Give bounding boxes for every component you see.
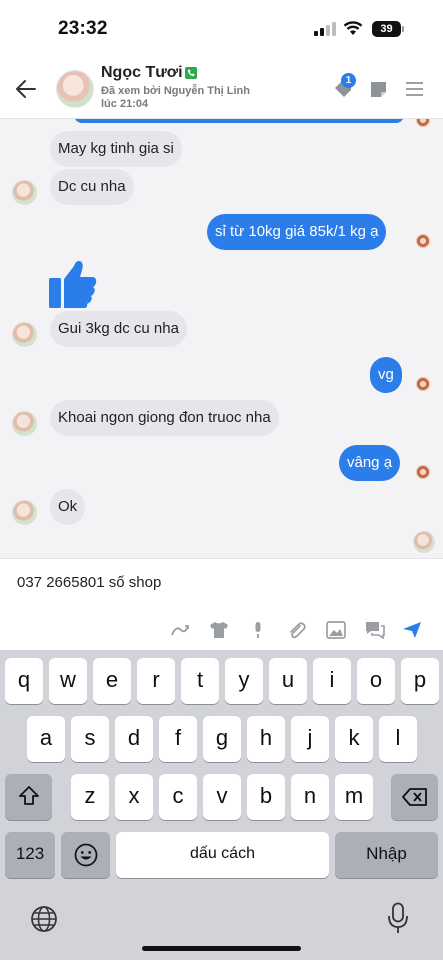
seen-time-text: lúc 21:04 [101, 98, 149, 110]
attachment-icon[interactable] [287, 621, 307, 639]
key-c[interactable]: c [159, 774, 197, 820]
key-g[interactable]: g [203, 716, 241, 762]
message-bubble[interactable]: Khoai ngon giong đon truoc nha [50, 400, 279, 436]
note-icon[interactable] [370, 81, 387, 98]
message-bubble[interactable]: Gui 3kg dc cu nha [50, 311, 187, 347]
key-w[interactable]: w [49, 658, 87, 704]
quick-reply-icon[interactable] [170, 621, 190, 639]
key-m[interactable]: m [335, 774, 373, 820]
key-k[interactable]: k [335, 716, 373, 762]
key-s[interactable]: s [71, 716, 109, 762]
key-v[interactable]: v [203, 774, 241, 820]
message-bubble[interactable]: May kg tinh gia si [50, 131, 182, 167]
return-key[interactable]: Nhập [335, 832, 438, 878]
status-time: 23:32 [58, 18, 108, 39]
space-key[interactable]: dấu cách [116, 832, 329, 878]
message-bubble[interactable]: vâng ạ [339, 445, 401, 481]
sender-avatar-small [416, 234, 430, 248]
key-e[interactable]: e [93, 658, 131, 704]
sender-avatar-small [416, 377, 430, 391]
key-j[interactable]: j [291, 716, 329, 762]
wifi-icon [343, 21, 363, 35]
menu-icon[interactable] [406, 82, 423, 96]
key-o[interactable]: o [357, 658, 395, 704]
key-r[interactable]: r [137, 658, 175, 704]
shift-key[interactable] [5, 774, 52, 820]
contact-avatar-small [12, 180, 37, 205]
message-bubble[interactable]: vg [370, 357, 402, 393]
key-d[interactable]: d [115, 716, 153, 762]
signal-icon [314, 22, 336, 36]
backspace-key[interactable] [391, 774, 438, 820]
key-n[interactable]: n [291, 774, 329, 820]
key-u[interactable]: u [269, 658, 307, 704]
emoji-key[interactable] [61, 832, 110, 878]
key-p[interactable]: p [401, 658, 439, 704]
key-i[interactable]: i [313, 658, 351, 704]
home-indicator [142, 946, 301, 951]
product-icon[interactable] [209, 621, 229, 639]
message-bubble[interactable]: sỉ từ 10kg giá 85k/1 kg ạ [207, 214, 387, 250]
send-icon[interactable] [402, 621, 422, 639]
phone-icon [185, 67, 197, 79]
keyboard: q w e r t y u i o p a s d f g h j k l z … [0, 650, 443, 960]
key-l[interactable]: l [379, 716, 417, 762]
message-bubble[interactable]: Dc cu nha [50, 169, 134, 205]
sender-avatar-small [416, 465, 430, 479]
thumbs-up-sticker-icon[interactable] [49, 258, 97, 310]
key-a[interactable]: a [27, 716, 65, 762]
previous-message-bubble [74, 119, 404, 123]
contact-name[interactable]: Ngọc Tươi [101, 64, 183, 82]
key-f[interactable]: f [159, 716, 197, 762]
message-template-icon[interactable] [365, 621, 385, 639]
key-y[interactable]: y [225, 658, 263, 704]
key-x[interactable]: x [115, 774, 153, 820]
battery-icon: 39 [372, 21, 401, 37]
key-q[interactable]: q [5, 658, 43, 704]
key-h[interactable]: h [247, 716, 285, 762]
seen-avatar [413, 531, 435, 553]
chat-header: Ngọc Tươi Đã xem bởi Nguyễn Thị Linh lúc… [0, 58, 443, 118]
contact-avatar-small [12, 411, 37, 436]
microphone-icon[interactable] [248, 621, 268, 639]
chat-area[interactable]: May kg tinh gia si Dc cu nha sỉ từ 10kg … [0, 118, 443, 558]
globe-icon[interactable] [30, 905, 58, 933]
back-arrow-icon[interactable] [14, 78, 38, 100]
dictation-mic-icon[interactable] [386, 902, 410, 934]
contact-avatar[interactable] [56, 70, 94, 108]
sender-avatar-small [416, 119, 430, 127]
composer: 037 2665801 số shop [0, 558, 443, 650]
backspace-icon [401, 788, 427, 806]
message-bubble[interactable]: Ok [50, 489, 86, 525]
tag-count-badge: 1 [341, 73, 356, 88]
emoji-icon [74, 843, 97, 867]
contact-avatar-small [12, 500, 37, 525]
status-bar: 23:32 39 [0, 0, 443, 58]
seen-by-text: Đã xem bởi Nguyễn Thị Linh [101, 85, 250, 97]
battery-tip [402, 26, 404, 32]
key-z[interactable]: z [71, 774, 109, 820]
key-t[interactable]: t [181, 658, 219, 704]
shift-icon [18, 786, 39, 805]
contact-avatar-small [12, 322, 37, 347]
message-input[interactable]: 037 2665801 số shop [17, 574, 161, 591]
image-icon[interactable] [326, 621, 346, 639]
key-b[interactable]: b [247, 774, 285, 820]
numbers-key[interactable]: 123 [5, 832, 55, 878]
